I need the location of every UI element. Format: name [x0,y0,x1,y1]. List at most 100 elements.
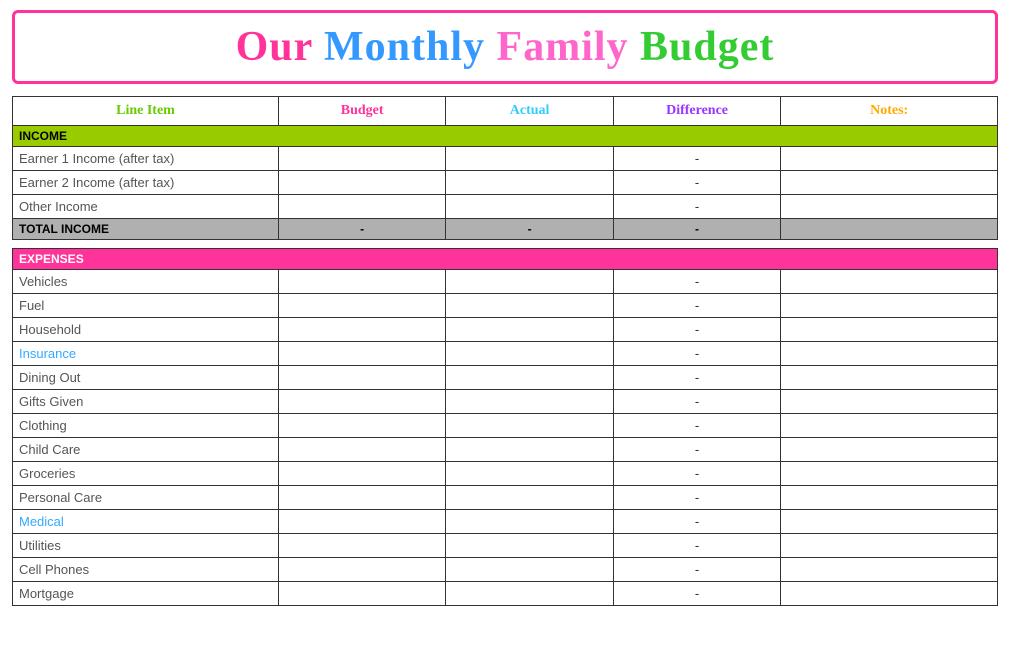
table-row: Medical - [13,510,998,534]
income-row-2-difference: - [613,171,780,195]
income-row-3-actual[interactable] [446,195,613,219]
expense-household-difference: - [613,318,780,342]
table-row: Clothing - [13,414,998,438]
income-row-1-actual[interactable] [446,147,613,171]
expense-diningout-budget[interactable] [278,366,445,390]
income-row-2-actual[interactable] [446,171,613,195]
expense-utilities-budget[interactable] [278,534,445,558]
income-row-2-notes[interactable] [781,171,998,195]
income-section-label: INCOME [13,126,998,147]
total-income-budget: - [278,219,445,240]
expense-personalcare-budget[interactable] [278,486,445,510]
expense-utilities-notes[interactable] [781,534,998,558]
expense-utilities-actual[interactable] [446,534,613,558]
expense-cellphones-budget[interactable] [278,558,445,582]
total-income-notes [781,219,998,240]
header-difference: Difference [613,97,780,126]
table-row: Cell Phones - [13,558,998,582]
title-family: Family [497,24,640,70]
expense-personalcare-notes[interactable] [781,486,998,510]
expense-clothing-notes[interactable] [781,414,998,438]
header-lineitem: Line Item [13,97,279,126]
expense-gifts-notes[interactable] [781,390,998,414]
expense-vehicles-notes[interactable] [781,270,998,294]
table-row: Groceries - [13,462,998,486]
table-row: Fuel - [13,294,998,318]
expense-childcare-notes[interactable] [781,438,998,462]
table-row: Mortgage - [13,582,998,606]
expense-mortgage-label: Mortgage [13,582,279,606]
expense-mortgage-budget[interactable] [278,582,445,606]
expense-household-notes[interactable] [781,318,998,342]
title-box: Our Monthly Family Budget [12,10,998,84]
title-our: Our [236,24,324,70]
expense-fuel-notes[interactable] [781,294,998,318]
expense-household-actual[interactable] [446,318,613,342]
expense-medical-budget[interactable] [278,510,445,534]
table-row: Child Care - [13,438,998,462]
table-row: Utilities - [13,534,998,558]
income-row-3-notes[interactable] [781,195,998,219]
expense-cellphones-label: Cell Phones [13,558,279,582]
title-text: Our Monthly Family Budget [35,23,975,71]
title-budget: Budget [640,24,774,70]
income-row-1-budget[interactable] [278,147,445,171]
income-section-header: INCOME [13,126,998,147]
expense-medical-notes[interactable] [781,510,998,534]
expense-fuel-difference: - [613,294,780,318]
expense-groceries-notes[interactable] [781,462,998,486]
expense-mortgage-difference: - [613,582,780,606]
expense-vehicles-actual[interactable] [446,270,613,294]
expense-household-label: Household [13,318,279,342]
income-row-3-difference: - [613,195,780,219]
expense-cellphones-actual[interactable] [446,558,613,582]
income-row-1-label: Earner 1 Income (after tax) [13,147,279,171]
expense-gifts-actual[interactable] [446,390,613,414]
expense-childcare-actual[interactable] [446,438,613,462]
expense-vehicles-budget[interactable] [278,270,445,294]
expense-insurance-difference: - [613,342,780,366]
expense-groceries-actual[interactable] [446,462,613,486]
expense-gifts-label: Gifts Given [13,390,279,414]
expense-medical-actual[interactable] [446,510,613,534]
expense-clothing-label: Clothing [13,414,279,438]
table-row: Household - [13,318,998,342]
expense-clothing-actual[interactable] [446,414,613,438]
budget-table: Line Item Budget Actual Difference Notes… [12,96,998,606]
expense-gifts-difference: - [613,390,780,414]
table-row: Gifts Given - [13,390,998,414]
expense-vehicles-difference: - [613,270,780,294]
income-row-3-label: Other Income [13,195,279,219]
expense-groceries-label: Groceries [13,462,279,486]
total-income-difference: - [613,219,780,240]
total-income-label: TOTAL INCOME [13,219,279,240]
expense-personalcare-actual[interactable] [446,486,613,510]
table-row: Insurance - [13,342,998,366]
expense-fuel-actual[interactable] [446,294,613,318]
expense-mortgage-notes[interactable] [781,582,998,606]
expense-household-budget[interactable] [278,318,445,342]
expenses-section-header: EXPENSES [13,249,998,270]
expense-clothing-budget[interactable] [278,414,445,438]
expense-utilities-label: Utilities [13,534,279,558]
expense-gifts-budget[interactable] [278,390,445,414]
expense-childcare-budget[interactable] [278,438,445,462]
expense-diningout-actual[interactable] [446,366,613,390]
expense-insurance-budget[interactable] [278,342,445,366]
expense-fuel-budget[interactable] [278,294,445,318]
expense-personalcare-difference: - [613,486,780,510]
expense-mortgage-actual[interactable] [446,582,613,606]
expense-diningout-notes[interactable] [781,366,998,390]
expense-utilities-difference: - [613,534,780,558]
expense-fuel-label: Fuel [13,294,279,318]
income-row-2-budget[interactable] [278,171,445,195]
income-row-3-budget[interactable] [278,195,445,219]
header-row: Line Item Budget Actual Difference Notes… [13,97,998,126]
expense-insurance-label: Insurance [13,342,279,366]
income-row-2-label: Earner 2 Income (after tax) [13,171,279,195]
income-row-1-notes[interactable] [781,147,998,171]
expense-groceries-budget[interactable] [278,462,445,486]
expense-insurance-actual[interactable] [446,342,613,366]
expense-insurance-notes[interactable] [781,342,998,366]
expense-cellphones-notes[interactable] [781,558,998,582]
